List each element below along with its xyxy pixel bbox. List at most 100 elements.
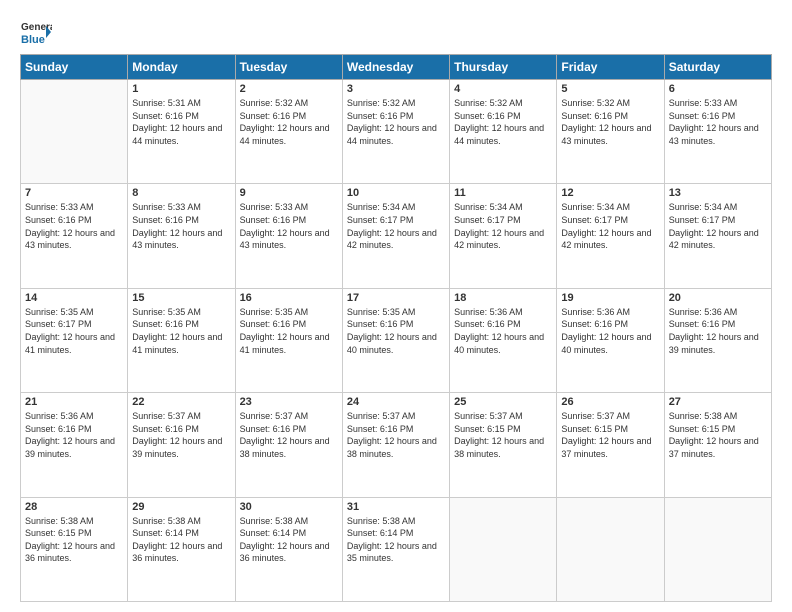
- calendar-cell: 17 Sunrise: 5:35 AMSunset: 6:16 PMDaylig…: [342, 288, 449, 392]
- day-number: 28: [25, 501, 123, 513]
- day-info: Sunrise: 5:33 AMSunset: 6:16 PMDaylight:…: [240, 201, 338, 251]
- day-info: Sunrise: 5:36 AMSunset: 6:16 PMDaylight:…: [25, 410, 123, 460]
- day-number: 12: [561, 187, 659, 199]
- header-day-tuesday: Tuesday: [235, 55, 342, 80]
- day-number: 11: [454, 187, 552, 199]
- day-info: Sunrise: 5:37 AMSunset: 6:15 PMDaylight:…: [454, 410, 552, 460]
- day-info: Sunrise: 5:32 AMSunset: 6:16 PMDaylight:…: [347, 97, 445, 147]
- day-info: Sunrise: 5:33 AMSunset: 6:16 PMDaylight:…: [669, 97, 767, 147]
- day-number: 16: [240, 292, 338, 304]
- calendar-cell: 11 Sunrise: 5:34 AMSunset: 6:17 PMDaylig…: [450, 184, 557, 288]
- header-day-saturday: Saturday: [664, 55, 771, 80]
- day-number: 18: [454, 292, 552, 304]
- calendar-cell: 18 Sunrise: 5:36 AMSunset: 6:16 PMDaylig…: [450, 288, 557, 392]
- header-day-sunday: Sunday: [21, 55, 128, 80]
- day-info: Sunrise: 5:34 AMSunset: 6:17 PMDaylight:…: [669, 201, 767, 251]
- calendar-cell: 28 Sunrise: 5:38 AMSunset: 6:15 PMDaylig…: [21, 497, 128, 601]
- calendar-cell: 13 Sunrise: 5:34 AMSunset: 6:17 PMDaylig…: [664, 184, 771, 288]
- day-number: 26: [561, 396, 659, 408]
- day-info: Sunrise: 5:35 AMSunset: 6:16 PMDaylight:…: [132, 306, 230, 356]
- header-day-wednesday: Wednesday: [342, 55, 449, 80]
- day-info: Sunrise: 5:35 AMSunset: 6:16 PMDaylight:…: [347, 306, 445, 356]
- logo-svg: General Blue: [20, 16, 52, 48]
- calendar-cell: 22 Sunrise: 5:37 AMSunset: 6:16 PMDaylig…: [128, 393, 235, 497]
- calendar-cell: 3 Sunrise: 5:32 AMSunset: 6:16 PMDayligh…: [342, 80, 449, 184]
- calendar-week-5: 28 Sunrise: 5:38 AMSunset: 6:15 PMDaylig…: [21, 497, 772, 601]
- day-info: Sunrise: 5:34 AMSunset: 6:17 PMDaylight:…: [454, 201, 552, 251]
- day-info: Sunrise: 5:34 AMSunset: 6:17 PMDaylight:…: [561, 201, 659, 251]
- day-info: Sunrise: 5:36 AMSunset: 6:16 PMDaylight:…: [561, 306, 659, 356]
- day-number: 7: [25, 187, 123, 199]
- calendar-cell: 31 Sunrise: 5:38 AMSunset: 6:14 PMDaylig…: [342, 497, 449, 601]
- day-number: 14: [25, 292, 123, 304]
- calendar-cell: 25 Sunrise: 5:37 AMSunset: 6:15 PMDaylig…: [450, 393, 557, 497]
- day-info: Sunrise: 5:34 AMSunset: 6:17 PMDaylight:…: [347, 201, 445, 251]
- day-info: Sunrise: 5:36 AMSunset: 6:16 PMDaylight:…: [454, 306, 552, 356]
- calendar-week-4: 21 Sunrise: 5:36 AMSunset: 6:16 PMDaylig…: [21, 393, 772, 497]
- day-number: 21: [25, 396, 123, 408]
- page: General Blue SundayMondayTuesdayWednesda…: [0, 0, 792, 612]
- day-number: 6: [669, 83, 767, 95]
- calendar-cell: 5 Sunrise: 5:32 AMSunset: 6:16 PMDayligh…: [557, 80, 664, 184]
- calendar-cell: 20 Sunrise: 5:36 AMSunset: 6:16 PMDaylig…: [664, 288, 771, 392]
- day-info: Sunrise: 5:37 AMSunset: 6:15 PMDaylight:…: [561, 410, 659, 460]
- day-number: 25: [454, 396, 552, 408]
- day-number: 5: [561, 83, 659, 95]
- day-info: Sunrise: 5:37 AMSunset: 6:16 PMDaylight:…: [240, 410, 338, 460]
- day-number: 30: [240, 501, 338, 513]
- calendar-cell: 9 Sunrise: 5:33 AMSunset: 6:16 PMDayligh…: [235, 184, 342, 288]
- calendar-cell: 10 Sunrise: 5:34 AMSunset: 6:17 PMDaylig…: [342, 184, 449, 288]
- calendar-cell: 29 Sunrise: 5:38 AMSunset: 6:14 PMDaylig…: [128, 497, 235, 601]
- logo: General Blue: [20, 16, 52, 48]
- calendar-cell: 15 Sunrise: 5:35 AMSunset: 6:16 PMDaylig…: [128, 288, 235, 392]
- day-info: Sunrise: 5:33 AMSunset: 6:16 PMDaylight:…: [25, 201, 123, 251]
- calendar-header-row: SundayMondayTuesdayWednesdayThursdayFrid…: [21, 55, 772, 80]
- day-number: 20: [669, 292, 767, 304]
- day-info: Sunrise: 5:33 AMSunset: 6:16 PMDaylight:…: [132, 201, 230, 251]
- calendar-cell: 30 Sunrise: 5:38 AMSunset: 6:14 PMDaylig…: [235, 497, 342, 601]
- day-number: 17: [347, 292, 445, 304]
- calendar-cell: 26 Sunrise: 5:37 AMSunset: 6:15 PMDaylig…: [557, 393, 664, 497]
- day-number: 19: [561, 292, 659, 304]
- calendar-cell: 6 Sunrise: 5:33 AMSunset: 6:16 PMDayligh…: [664, 80, 771, 184]
- day-number: 31: [347, 501, 445, 513]
- calendar-table: SundayMondayTuesdayWednesdayThursdayFrid…: [20, 54, 772, 602]
- day-number: 27: [669, 396, 767, 408]
- day-info: Sunrise: 5:37 AMSunset: 6:16 PMDaylight:…: [347, 410, 445, 460]
- calendar-cell: 21 Sunrise: 5:36 AMSunset: 6:16 PMDaylig…: [21, 393, 128, 497]
- day-number: 8: [132, 187, 230, 199]
- day-number: 15: [132, 292, 230, 304]
- day-info: Sunrise: 5:32 AMSunset: 6:16 PMDaylight:…: [561, 97, 659, 147]
- day-number: 10: [347, 187, 445, 199]
- day-number: 3: [347, 83, 445, 95]
- day-number: 4: [454, 83, 552, 95]
- day-number: 9: [240, 187, 338, 199]
- day-info: Sunrise: 5:36 AMSunset: 6:16 PMDaylight:…: [669, 306, 767, 356]
- calendar-week-3: 14 Sunrise: 5:35 AMSunset: 6:17 PMDaylig…: [21, 288, 772, 392]
- calendar-cell: 12 Sunrise: 5:34 AMSunset: 6:17 PMDaylig…: [557, 184, 664, 288]
- day-info: Sunrise: 5:38 AMSunset: 6:15 PMDaylight:…: [25, 515, 123, 565]
- calendar-week-1: 1 Sunrise: 5:31 AMSunset: 6:16 PMDayligh…: [21, 80, 772, 184]
- day-number: 23: [240, 396, 338, 408]
- day-info: Sunrise: 5:35 AMSunset: 6:16 PMDaylight:…: [240, 306, 338, 356]
- calendar-week-2: 7 Sunrise: 5:33 AMSunset: 6:16 PMDayligh…: [21, 184, 772, 288]
- calendar-cell: 19 Sunrise: 5:36 AMSunset: 6:16 PMDaylig…: [557, 288, 664, 392]
- day-info: Sunrise: 5:32 AMSunset: 6:16 PMDaylight:…: [240, 97, 338, 147]
- header: General Blue: [20, 16, 772, 48]
- calendar-cell: [450, 497, 557, 601]
- day-number: 29: [132, 501, 230, 513]
- header-day-thursday: Thursday: [450, 55, 557, 80]
- day-number: 1: [132, 83, 230, 95]
- calendar-cell: 2 Sunrise: 5:32 AMSunset: 6:16 PMDayligh…: [235, 80, 342, 184]
- calendar-cell: [664, 497, 771, 601]
- calendar-cell: 14 Sunrise: 5:35 AMSunset: 6:17 PMDaylig…: [21, 288, 128, 392]
- calendar-cell: 23 Sunrise: 5:37 AMSunset: 6:16 PMDaylig…: [235, 393, 342, 497]
- calendar-cell: [21, 80, 128, 184]
- day-info: Sunrise: 5:35 AMSunset: 6:17 PMDaylight:…: [25, 306, 123, 356]
- day-number: 13: [669, 187, 767, 199]
- calendar-cell: 24 Sunrise: 5:37 AMSunset: 6:16 PMDaylig…: [342, 393, 449, 497]
- day-number: 2: [240, 83, 338, 95]
- day-info: Sunrise: 5:38 AMSunset: 6:14 PMDaylight:…: [132, 515, 230, 565]
- calendar-cell: 27 Sunrise: 5:38 AMSunset: 6:15 PMDaylig…: [664, 393, 771, 497]
- header-day-monday: Monday: [128, 55, 235, 80]
